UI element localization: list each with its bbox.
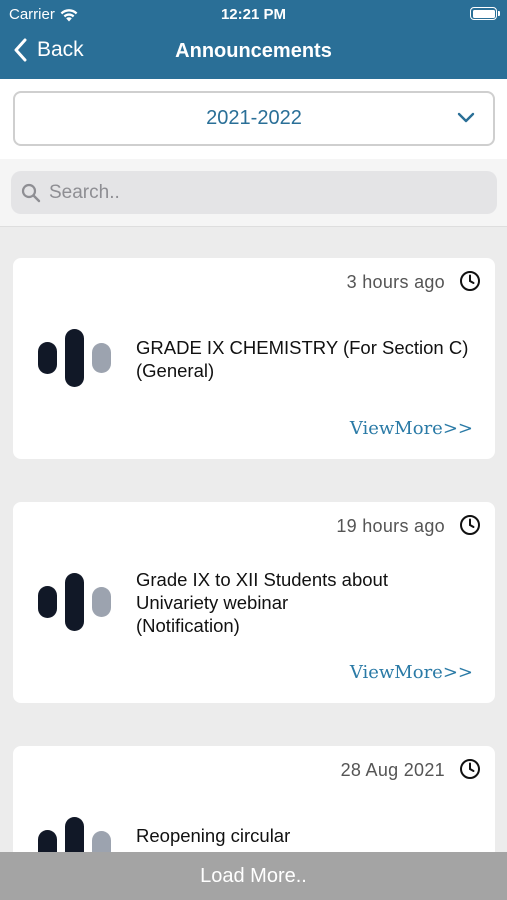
chevron-down-icon	[457, 112, 475, 123]
announcement-title: GRADE IX CHEMISTRY (For Section C) (Gene…	[136, 336, 481, 382]
academic-year-select[interactable]: 2021-2022	[13, 91, 495, 146]
announcement-title: Reopening circular	[136, 824, 481, 847]
clock-icon	[460, 759, 480, 779]
school-logo-icon	[38, 329, 111, 387]
view-more-link[interactable]: ViewMore>>	[350, 662, 473, 683]
announcement-time: 28 Aug 2021	[340, 760, 445, 780]
school-logo-icon	[38, 573, 111, 631]
search-area	[0, 159, 507, 227]
battery-icon	[470, 7, 500, 20]
page-title: Announcements	[175, 40, 332, 62]
announcement-title: Grade IX to XII Students about Univariet…	[136, 568, 481, 637]
year-picker-area: 2021-2022	[0, 79, 507, 159]
announcements-screen: Carrier 12:21 PM Back Announcements 2021…	[0, 0, 507, 900]
view-more-link[interactable]: ViewMore>>	[350, 418, 473, 439]
status-bar: Carrier 12:21 PM	[0, 0, 507, 28]
search-bar[interactable]	[11, 171, 497, 214]
load-more-button[interactable]: Load More..	[0, 852, 507, 900]
academic-year-value: 2021-2022	[206, 107, 302, 129]
title-line: Grade IX to XII Students about	[136, 569, 388, 590]
clock-icon	[460, 271, 480, 291]
search-input[interactable]	[49, 181, 469, 204]
announcement-card[interactable]: 19 hours ago Grade IX to XII Students ab…	[13, 502, 495, 703]
title-line: Reopening circular	[136, 825, 291, 846]
announcement-card[interactable]: 3 hours ago GRADE IX CHEMISTRY (For Sect…	[13, 258, 495, 459]
clock-icon	[460, 515, 480, 535]
announcement-time: 19 hours ago	[336, 516, 445, 536]
status-time: 12:21 PM	[220, 6, 287, 23]
title-line: (General)	[136, 360, 215, 381]
search-icon	[21, 183, 41, 202]
title-line: GRADE IX CHEMISTRY (For Section C)	[136, 337, 469, 358]
app-header: Carrier 12:21 PM Back Announcements	[0, 0, 507, 79]
title-line: (Notification)	[136, 615, 240, 636]
title-line: Univariety webinar	[136, 592, 289, 613]
announcement-time: 3 hours ago	[346, 272, 445, 292]
